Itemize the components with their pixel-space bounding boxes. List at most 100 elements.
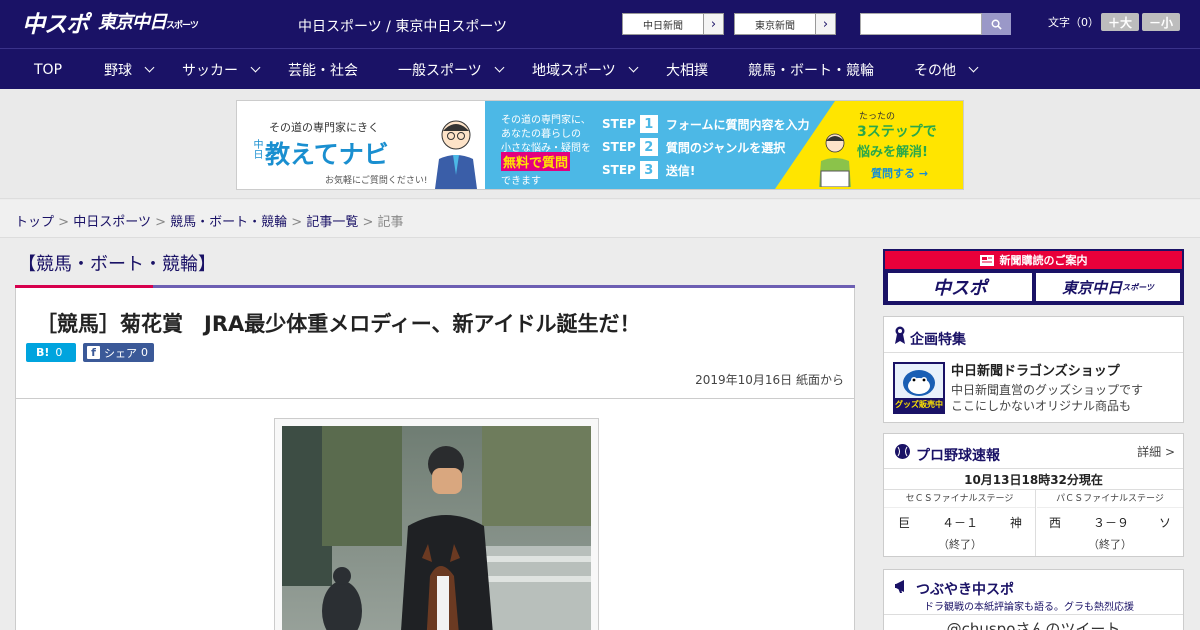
nav-item-sumo[interactable]: 大相撲 [666, 49, 708, 90]
baseball-status: （終了） [1088, 538, 1132, 551]
search-input[interactable] [860, 13, 982, 35]
ad-step-num: 3 [639, 161, 658, 179]
nav-label: その他 [914, 62, 956, 79]
ad-mid-panel: その道の専門家に、 あなたの暮らしの 小さな悩み・疑問を 無料で質問 できます [485, 101, 595, 189]
chevron-right-icon: › [703, 14, 723, 34]
twitter-timeline-link[interactable]: @chuspoさんのツイート [884, 618, 1183, 630]
nav-item-top[interactable]: TOP [34, 49, 62, 90]
ad-mid-line: その道の専門家に、 [501, 115, 591, 126]
tokyo-shimbun-link-label: 東京新聞 [755, 20, 795, 32]
chevron-right-icon: › [815, 14, 835, 34]
breadcrumb-separator: > [58, 215, 70, 230]
search-button[interactable] [982, 13, 1011, 35]
nav-item-general-sports[interactable]: 一般スポーツ [398, 49, 505, 90]
nav-label: 芸能・社会 [288, 62, 358, 79]
hatena-bookmark-button[interactable]: B! 0 [26, 343, 76, 362]
baseball-game[interactable]: セＣＳファイナルステージ 巨 ４－１ 神 （終了） [884, 490, 1036, 556]
ad-step-text: フォームに質問内容を入力 [665, 117, 810, 132]
facebook-share-button[interactable]: f シェア 0 [83, 343, 154, 362]
ad-left-panel: その道の専門家にきく 中日 教えてナビ お気軽にご質問ください! [237, 101, 485, 189]
nav-item-baseball[interactable]: 野球 [104, 49, 155, 90]
ad-step-num: 1 [639, 115, 658, 133]
breadcrumb-current: 記事 [377, 215, 404, 230]
facebook-share-count: 0 [141, 346, 148, 359]
nav-item-other[interactable]: その他 [914, 49, 979, 90]
baseball-home-team: 西 [1049, 516, 1062, 530]
ad-step-text: 送信! [665, 163, 696, 178]
ad-step-text: 質問のジャンルを選択 [665, 140, 786, 155]
breadcrumb-bar: トップ > 中日スポーツ > 競馬・ボート・競輪 > 記事一覧 > 記事 [0, 200, 1200, 238]
article-photo[interactable] [282, 426, 591, 630]
nav-item-soccer[interactable]: サッカー [182, 49, 261, 90]
font-larger-button[interactable]: ＋大 [1101, 13, 1139, 31]
breadcrumb: トップ > 中日スポーツ > 競馬・ボート・競輪 > 記事一覧 > 記事 [15, 211, 404, 230]
tokyo-logo-text: 東京中日 [98, 12, 167, 33]
photo-frame [274, 418, 599, 630]
feature-divider [884, 352, 1183, 353]
dragons-shop-desc: 中日新聞直営のグッズショップです [951, 383, 1144, 397]
breadcrumb-link-racing[interactable]: 競馬・ボート・競輪 [170, 215, 287, 230]
subscription-tokyo-logo: 東京中日 スポーツ [1036, 273, 1180, 301]
baseball-away-team: 神 [1010, 516, 1023, 530]
nav-item-racing[interactable]: 競馬・ボート・競輪 [748, 49, 874, 90]
search-icon [991, 19, 1002, 30]
breadcrumb-link-top[interactable]: トップ [15, 215, 54, 230]
baseball-detail-link[interactable]: 詳細 > [1137, 443, 1175, 460]
ad-mid-line: あなたの暮らしの [501, 129, 581, 140]
category-title: 【競馬・ボート・競輪】 [18, 254, 216, 275]
nav-item-entertainment[interactable]: 芸能・社会 [288, 49, 358, 90]
chevron-down-icon [144, 62, 155, 73]
ad-step-label: STEP [602, 117, 636, 131]
tokyo-shimbun-link-button[interactable]: 東京新聞 › [734, 13, 836, 35]
subscription-header: 新聞購読のご案内 [885, 251, 1182, 269]
ad-cta: 質問する → [871, 167, 929, 180]
feature-box: 企画特集 グッズ販売中 中日新聞ドラゴンズショップ 中日新聞直営のグッズショップ… [883, 316, 1184, 423]
ad-step: STEP 1 フォームに質問内容を入力 [602, 115, 809, 133]
newspaper-icon [979, 254, 994, 266]
nav-item-local-sports[interactable]: 地域スポーツ [532, 49, 639, 90]
baseball-time: 10月13日18時32分現在 [964, 472, 1103, 487]
dragons-shop-item[interactable]: グッズ販売中 中日新聞ドラゴンズショップ 中日新聞直営のグッズショップです ここ… [893, 360, 1178, 416]
tokyo-chunichi-logo[interactable]: 東京中日スポーツ [98, 9, 199, 40]
breadcrumb-link-chunichi-sports[interactable]: 中日スポーツ [73, 215, 151, 230]
subscription-banner[interactable]: 新聞購読のご案内 中スポ 東京中日 スポーツ [883, 249, 1184, 305]
tweets-subtitle: ドラ観戦の本紙評論家も語る。グラも熱烈応援 [924, 602, 1134, 613]
article-body [15, 399, 855, 630]
baseball-scoreboard: プロ野球速報 詳細 > 10月13日18時32分現在 セＣＳファイナルステージ … [883, 433, 1184, 557]
breadcrumb-separator: > [291, 215, 303, 230]
breadcrumb-separator: > [155, 215, 166, 230]
facebook-icon: f [87, 346, 100, 359]
font-smaller-button[interactable]: －小 [1142, 13, 1180, 31]
breadcrumb-link-article-list[interactable]: 記事一覧 [306, 215, 358, 230]
subscription-chuspo-logo: 中スポ [888, 273, 1032, 301]
subscription-tokyo-logo-sub: スポーツ [1122, 282, 1154, 292]
baseball-game[interactable]: パＣＳファイナルステージ 西 ３－９ ソ （終了） [1037, 490, 1183, 556]
dragons-shop-thumbnail: グッズ販売中 [893, 362, 945, 414]
ad-banner[interactable]: その道の専門家にきく 中日 教えてナビ お気軽にご質問ください! その道の専門家… [236, 100, 964, 190]
hatena-icon: B! [36, 346, 50, 359]
site-name-link[interactable]: 中日スポーツ / 東京中日スポーツ [298, 16, 507, 36]
megaphone-icon [895, 580, 904, 593]
person-laptop-icon [819, 133, 851, 187]
subscription-tokyo-logo-text: 東京中日 [1062, 278, 1123, 297]
ad-tagline: その道の専門家にきく [269, 121, 379, 134]
jockey-on-horse-image [282, 426, 591, 630]
dragons-shop-desc: ここにしかないオリジナル商品も [951, 399, 1132, 413]
sidebar: 新聞購読のご案内 中スポ 東京中日 スポーツ 企画特集 グッズ販売中 中日新聞ドラ… [883, 249, 1185, 630]
main-nav: TOP 野球 サッカー 芸能・社会 一般スポーツ 地域スポーツ 大相撲 競馬・ボ… [0, 48, 1200, 89]
baseball-time-bar: 10月13日18時32分現在 [884, 468, 1183, 490]
article-header: ［競馬］菊花賞 JRA最少体重メロディー、新アイドル誕生だ！ B! 0 f シェ… [15, 288, 855, 399]
breadcrumb-separator: > [362, 215, 374, 230]
dragons-mascot-icon [903, 370, 935, 396]
chunichi-link-button[interactable]: 中日新聞 › [622, 13, 724, 35]
baseball-stage: セＣＳファイナルステージ [884, 490, 1035, 508]
tweets-title: つぶやき中スポ [916, 582, 1014, 598]
subscription-header-text: 新聞購読のご案内 [999, 254, 1088, 267]
nav-label: 大相撲 [666, 62, 708, 79]
chuspo-logo[interactable]: 中スポ [22, 11, 89, 39]
tweets-box: つぶやき中スポ ドラ観戦の本紙評論家も語る。グラも熱烈応援 @chuspoさんの… [883, 569, 1184, 630]
ad-step: STEP 2 質問のジャンルを選択 [602, 138, 785, 156]
tweets-divider [884, 614, 1183, 615]
ad-brand: 教えてナビ [265, 140, 389, 169]
ad-note: お気軽にご質問ください! [325, 176, 428, 186]
